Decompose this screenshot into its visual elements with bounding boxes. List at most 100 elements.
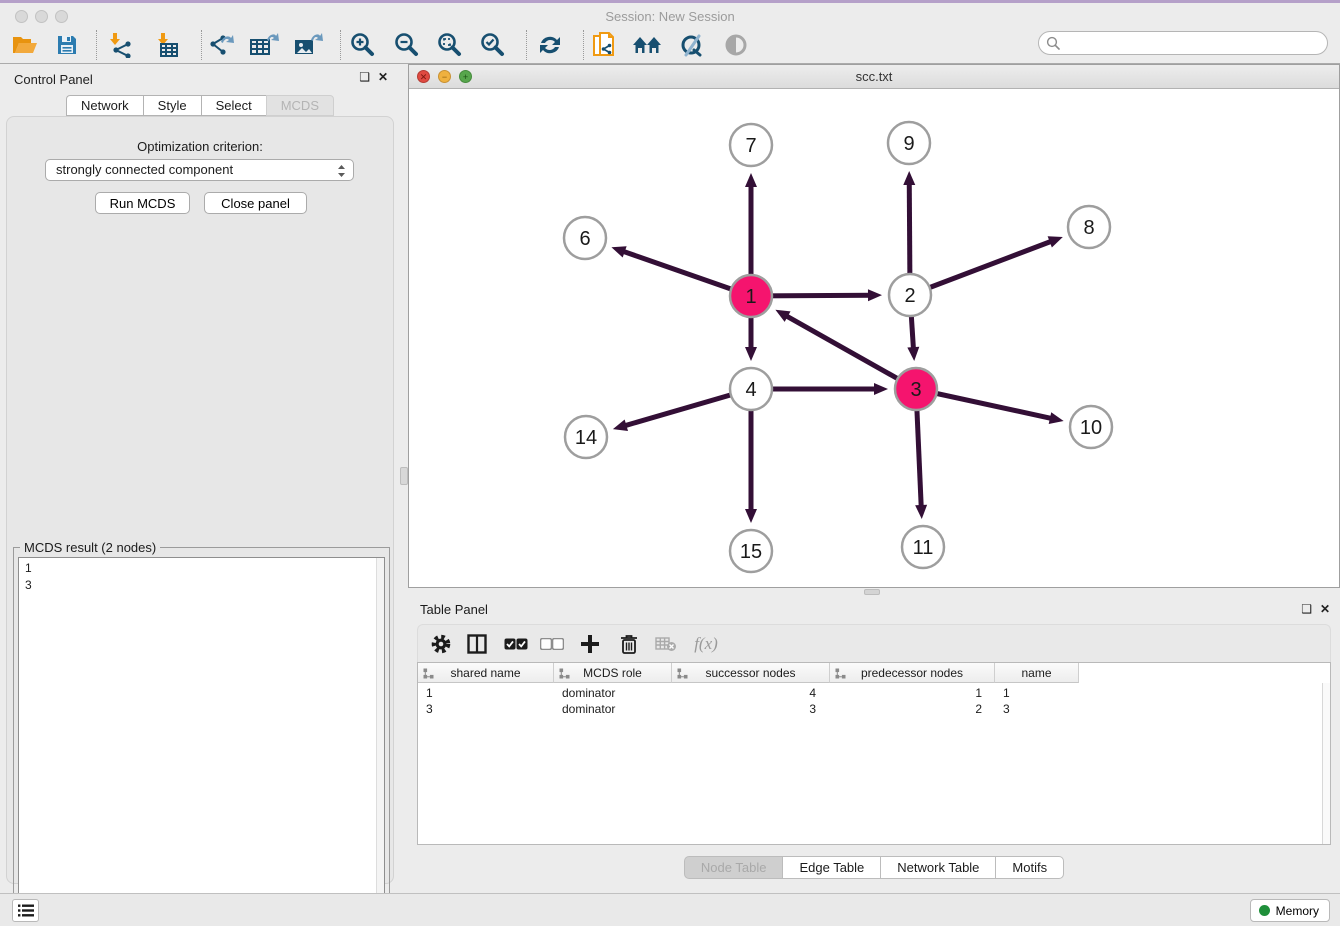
mcds-result-title: MCDS result (2 nodes) bbox=[20, 540, 160, 555]
graph-arrowhead bbox=[745, 509, 757, 523]
clone-network-icon bbox=[592, 31, 618, 59]
mcds-result-textarea[interactable]: 1 3 bbox=[18, 557, 385, 919]
column-header-name[interactable]: name bbox=[995, 663, 1079, 683]
graph-arrowhead bbox=[1049, 412, 1064, 424]
run-mcds-button[interactable]: Run MCDS bbox=[95, 192, 190, 214]
export-network-button[interactable] bbox=[204, 29, 238, 61]
tab-node-table[interactable]: Node Table bbox=[684, 856, 783, 879]
table-options-button[interactable] bbox=[426, 629, 456, 659]
create-column-button[interactable] bbox=[575, 629, 605, 659]
control-panel-close-icon[interactable]: ✕ bbox=[378, 70, 388, 84]
clone-network-button[interactable] bbox=[588, 29, 622, 61]
graph-arrowhead bbox=[745, 173, 757, 187]
graph-node-label: 9 bbox=[903, 133, 914, 155]
import-network-button[interactable] bbox=[104, 29, 138, 61]
save-session-button[interactable] bbox=[50, 29, 84, 61]
graph-node-label: 7 bbox=[745, 135, 756, 157]
table-panel-close-icon[interactable]: ✕ bbox=[1320, 602, 1330, 616]
graph-arrowhead bbox=[874, 383, 888, 395]
column-header-shared-name[interactable]: shared name bbox=[418, 663, 554, 683]
graph-node-10[interactable]: 10 bbox=[1070, 406, 1112, 448]
vertical-splitter[interactable] bbox=[400, 64, 408, 893]
mcds-panel: Optimization criterion: strongly connect… bbox=[6, 116, 394, 884]
import-table-button[interactable] bbox=[150, 29, 184, 61]
tab-network[interactable]: Network bbox=[66, 95, 143, 116]
graph-node-3[interactable]: 3 bbox=[895, 368, 937, 410]
toolbar-separator bbox=[526, 30, 527, 60]
graph-node-8[interactable]: 8 bbox=[1068, 206, 1110, 248]
delete-table-icon bbox=[655, 636, 677, 652]
graph-node-11[interactable]: 11 bbox=[902, 526, 944, 568]
checked-boxes-icon bbox=[504, 638, 528, 650]
column-header-successor-nodes[interactable]: successor nodes bbox=[672, 663, 830, 683]
hide-graphics-details-button[interactable] bbox=[675, 29, 709, 61]
splitter-handle[interactable] bbox=[400, 467, 408, 485]
open-session-button[interactable] bbox=[8, 29, 42, 61]
save-floppy-icon bbox=[56, 34, 78, 56]
control-panel-tabs: Network Style Select MCDS bbox=[0, 95, 400, 116]
zoom-selected-button[interactable] bbox=[476, 29, 510, 61]
network-window-title: scc.txt bbox=[409, 69, 1339, 84]
search-input[interactable] bbox=[1038, 31, 1328, 55]
close-panel-button[interactable]: Close panel bbox=[204, 192, 307, 214]
graph-edge-2-8[interactable] bbox=[910, 240, 1054, 295]
delete-columns-button[interactable] bbox=[614, 629, 644, 659]
columns-icon bbox=[467, 634, 487, 654]
tab-edge-table[interactable]: Edge Table bbox=[782, 856, 880, 879]
first-neighbors-button[interactable] bbox=[631, 29, 665, 61]
tab-network-table[interactable]: Network Table bbox=[880, 856, 995, 879]
cell-successor-nodes: 4 bbox=[672, 686, 816, 700]
toolbar-separator bbox=[96, 30, 97, 60]
graph-node-2[interactable]: 2 bbox=[889, 274, 931, 316]
graph-arrowhead bbox=[745, 347, 757, 361]
table-scrollbar[interactable] bbox=[1322, 683, 1330, 844]
graph-node-6[interactable]: 6 bbox=[564, 217, 606, 259]
network-view-window: ✕ − + scc.txt 1 2 3 4 6 7 8 9 10 11 14 15 bbox=[408, 64, 1340, 588]
memory-label: Memory bbox=[1276, 904, 1319, 918]
deselect-all-rows-button[interactable] bbox=[537, 629, 567, 659]
graph-edge-3-1[interactable] bbox=[783, 314, 916, 389]
cell-name: 1 bbox=[1003, 686, 1010, 700]
column-header-predecessor-nodes[interactable]: predecessor nodes bbox=[830, 663, 995, 683]
graph-node-label: 11 bbox=[913, 537, 934, 559]
horizontal-splitter[interactable] bbox=[408, 588, 1340, 596]
column-header-mcds-role[interactable]: MCDS role bbox=[554, 663, 672, 683]
export-image-button[interactable] bbox=[291, 29, 325, 61]
control-panel-float-icon[interactable]: ❑ bbox=[359, 70, 370, 84]
tab-mcds[interactable]: MCDS bbox=[266, 95, 334, 116]
apply-function-button[interactable]: f(x) bbox=[686, 629, 726, 659]
task-history-button[interactable] bbox=[12, 899, 39, 922]
graph-arrowhead bbox=[915, 505, 927, 519]
graph-node-7[interactable]: 7 bbox=[730, 124, 772, 166]
apply-layout-button[interactable] bbox=[533, 29, 567, 61]
show-graphics-details-button[interactable] bbox=[719, 29, 753, 61]
graph-node-4[interactable]: 4 bbox=[730, 368, 772, 410]
optimization-criterion-select[interactable]: strongly connected component bbox=[45, 159, 354, 181]
network-graph[interactable]: 1 2 3 4 6 7 8 9 10 11 14 15 bbox=[409, 89, 1339, 587]
tab-style[interactable]: Style bbox=[143, 95, 201, 116]
select-all-rows-button[interactable] bbox=[501, 629, 531, 659]
result-scrollbar[interactable] bbox=[376, 558, 384, 918]
zoom-out-button[interactable] bbox=[390, 29, 424, 61]
tab-select[interactable]: Select bbox=[201, 95, 266, 116]
tab-motifs[interactable]: Motifs bbox=[995, 856, 1064, 879]
graph-node-label: 4 bbox=[745, 379, 756, 401]
export-table-button[interactable] bbox=[247, 29, 281, 61]
status-bar: Memory bbox=[0, 893, 1340, 926]
splitter-handle[interactable] bbox=[864, 589, 880, 595]
column-label: MCDS role bbox=[583, 666, 642, 680]
network-canvas[interactable]: 1 2 3 4 6 7 8 9 10 11 14 15 bbox=[409, 89, 1339, 587]
memory-button[interactable]: Memory bbox=[1250, 899, 1330, 922]
graph-node-1[interactable]: 1 bbox=[730, 275, 772, 317]
delete-table-button[interactable] bbox=[651, 629, 681, 659]
show-columns-button[interactable] bbox=[462, 629, 492, 659]
graph-node-15[interactable]: 15 bbox=[730, 530, 772, 572]
toolbar-separator bbox=[583, 30, 584, 60]
graph-node-14[interactable]: 14 bbox=[565, 416, 607, 458]
network-window-titlebar[interactable]: ✕ − + scc.txt bbox=[409, 65, 1339, 89]
graph-node-9[interactable]: 9 bbox=[888, 122, 930, 164]
houses-icon bbox=[632, 34, 664, 56]
table-panel-float-icon[interactable]: ❑ bbox=[1301, 602, 1312, 616]
zoom-fit-button[interactable] bbox=[433, 29, 467, 61]
zoom-in-button[interactable] bbox=[346, 29, 380, 61]
